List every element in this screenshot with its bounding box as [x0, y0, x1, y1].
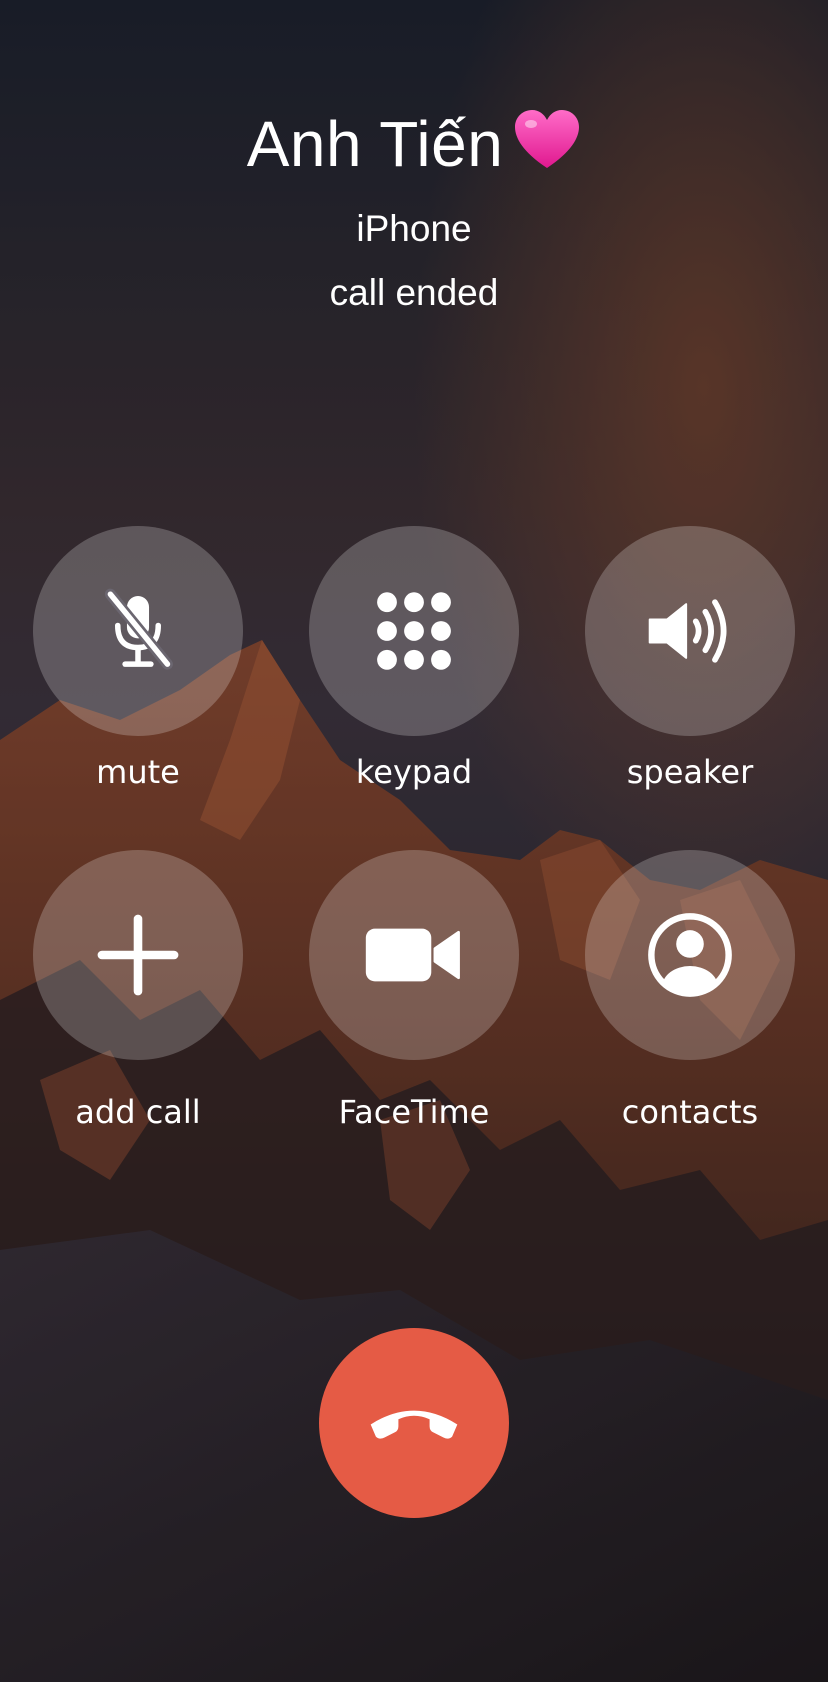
plus-icon	[95, 912, 181, 998]
caller-name-text: Anh Tiến	[246, 108, 504, 180]
contacts-label: contacts	[621, 1093, 759, 1131]
keypad-grid-icon	[369, 586, 459, 676]
speaker-wave-icon	[642, 583, 738, 679]
heart-emoji-icon	[513, 108, 581, 172]
keypad-label: keypad	[355, 753, 473, 791]
caller-device: iPhone	[356, 208, 472, 249]
call-status: call ended	[329, 272, 499, 313]
facetime-button[interactable]	[309, 850, 519, 1060]
keypad-button[interactable]	[309, 526, 519, 736]
video-camera-icon	[364, 923, 464, 987]
mic-slash-icon	[92, 585, 184, 677]
call-screen: Anh Tiến iPhone call ended mute keypad s…	[0, 0, 828, 1682]
speaker-button[interactable]	[585, 526, 795, 736]
contacts-button[interactable]	[585, 850, 795, 1060]
phone-hangup-icon	[359, 1395, 469, 1452]
mute-label: mute	[96, 753, 180, 791]
mute-button[interactable]	[33, 526, 243, 736]
person-circle-icon	[644, 909, 736, 1001]
speaker-label: speaker	[626, 753, 754, 791]
end-call-button[interactable]	[319, 1328, 509, 1518]
add-call-button[interactable]	[33, 850, 243, 1060]
facetime-label: FaceTime	[338, 1093, 490, 1131]
add-call-label: add call	[75, 1093, 201, 1131]
caller-name: Anh Tiến	[0, 104, 828, 184]
